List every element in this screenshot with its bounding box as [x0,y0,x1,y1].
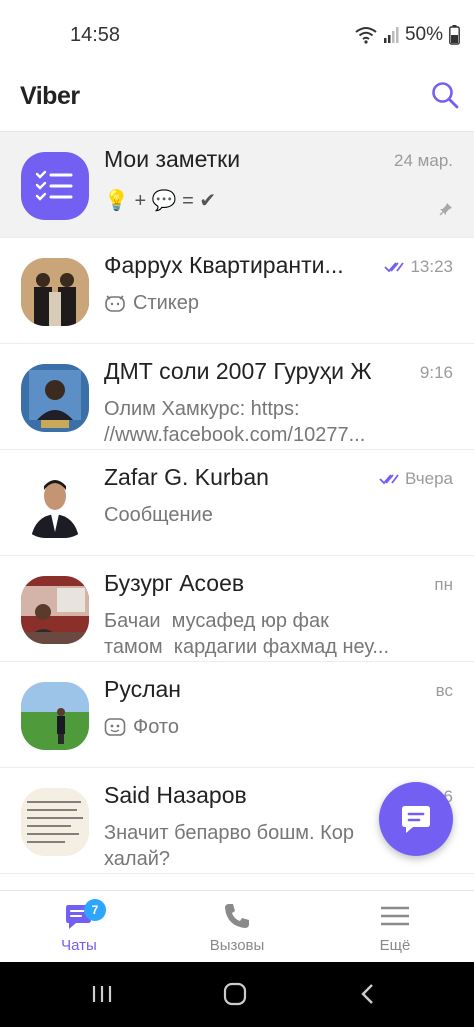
chat-time-text: вс [435,681,453,700]
chat-list: Мои заметки 24 мар. 💡 + 💬 = ✔ Фаррух Ква… [0,132,474,890]
chat-name: Мои заметки [104,146,241,172]
chat-name: Руслан [104,676,181,702]
nav-label: Вызовы [209,937,265,954]
nav-chats[interactable]: 7 Чаты [0,891,158,963]
menu-icon [380,901,410,936]
chat-preview: Значит бепарво бошм. Кор халай? [104,820,404,872]
home-icon [223,982,247,1006]
preview-text: Сообщение [104,504,213,526]
preview-line: Значит бепарво бошм. Кор [104,822,355,844]
chat-time: Вчера [379,469,453,489]
chat-row-ruslan[interactable]: Руслан вс Фото [0,662,474,768]
search-icon [432,82,459,109]
battery-percent: 50% [404,24,443,45]
zafar-avatar [21,470,89,538]
new-chat-button[interactable] [379,782,453,856]
recent-apps-button[interactable] [90,982,114,1011]
status-time: 14:58 [70,24,121,46]
preview-text: Фото [133,716,179,738]
checklist-icon [35,170,73,201]
back-icon [361,984,373,1004]
preview-line: тамом кардагии фахмад неу... [104,636,390,658]
nav-calls[interactable]: Вызовы [158,891,316,963]
chat-row-zafar[interactable]: Zafar G. Kurban Вчера Сообщение [0,450,474,556]
emoji-preview: 💡 + 💬 = ✔ [104,190,217,212]
chat-time-text: 9:16 [419,363,453,382]
chat-row-buzurg[interactable]: Бузург Асоев пн Бачаи мусафед юр фак там… [0,556,474,662]
chat-row-dmt-group[interactable]: ДМТ соли 2007 Гуруҳи Ж 9:16 Олим Хамкурс… [0,344,474,450]
chat-name: Фаррух Квартиранти... [104,252,344,278]
chat-time-text: 13:23 [410,257,453,276]
app-header: Viber [0,70,474,132]
nav-label: Чаты [61,937,97,954]
said-avatar [21,788,89,856]
preview-line: Олим Хамкурс: https: [104,398,300,420]
chat-time-text: 24 мар. [394,151,453,170]
chat-preview: Олим Хамкурс: https: //www.facebook.com/… [104,396,404,448]
nav-more[interactable]: Ещё [316,891,474,963]
chat-preview: Бачаи мусафед юр фак тамом кардагии фахм… [104,608,404,660]
chat-time: вс [436,681,453,701]
preview-text: Стикер [133,292,199,314]
pin-icon [439,202,453,221]
chat-preview: Стикер [104,290,404,316]
status-icons: 50% [355,24,460,46]
preview-line: //www.facebook.com/10277... [104,424,366,446]
preview-line: Бачаи мусафед юр фак [104,610,329,632]
notes-avatar [21,152,89,220]
unread-badge: 7 [84,899,106,921]
status-bar: 14:58 50% [0,0,474,70]
chat-time: 24 мар. [394,151,453,171]
search-button[interactable] [430,80,460,110]
dmt-group-avatar [21,364,89,432]
read-check-icon [384,262,405,273]
chat-preview: Сообщение [104,502,404,528]
chat-time: пн [434,575,453,595]
read-check-icon [379,474,399,485]
system-navigation-bar [0,962,474,1027]
chat-time: 9:16 [420,363,453,383]
photo-icon [104,718,126,736]
sticker-icon [105,295,125,312]
chat-preview: 💡 + 💬 = ✔ [104,188,404,214]
compose-message-icon [402,806,430,833]
home-button[interactable] [222,982,248,1011]
chat-time: 13:23 [384,257,453,277]
nav-label: Ещё [379,937,411,954]
chat-time-text: Вчера [405,469,453,488]
back-button[interactable] [358,982,378,1011]
chat-time-text: пн [434,575,453,594]
recent-apps-icon [92,986,112,1002]
chat-name: Zafar G. Kurban [104,464,269,490]
farrukh-avatar [21,258,89,326]
chat-row-farrukh[interactable]: Фаррух Квартиранти... 13:23 Стикер [0,238,474,344]
ruslan-avatar [21,682,89,750]
chat-preview: Фото [104,714,404,740]
bottom-nav: 7 Чаты Вызовы Ещё [0,890,474,962]
chat-name: Said Назаров [104,782,247,808]
chat-name: ДМТ соли 2007 Гуруҳи Ж [104,358,372,384]
battery-icon [449,25,460,45]
preview-line: халай? [104,848,170,870]
wifi-icon [355,26,377,44]
chat-row-my-notes[interactable]: Мои заметки 24 мар. 💡 + 💬 = ✔ [0,132,474,238]
app-title: Viber [20,82,80,110]
chat-name: Бузург Асоев [104,570,245,596]
phone-icon [222,901,252,936]
buzurg-avatar [21,576,89,644]
signal-icon [383,26,399,44]
